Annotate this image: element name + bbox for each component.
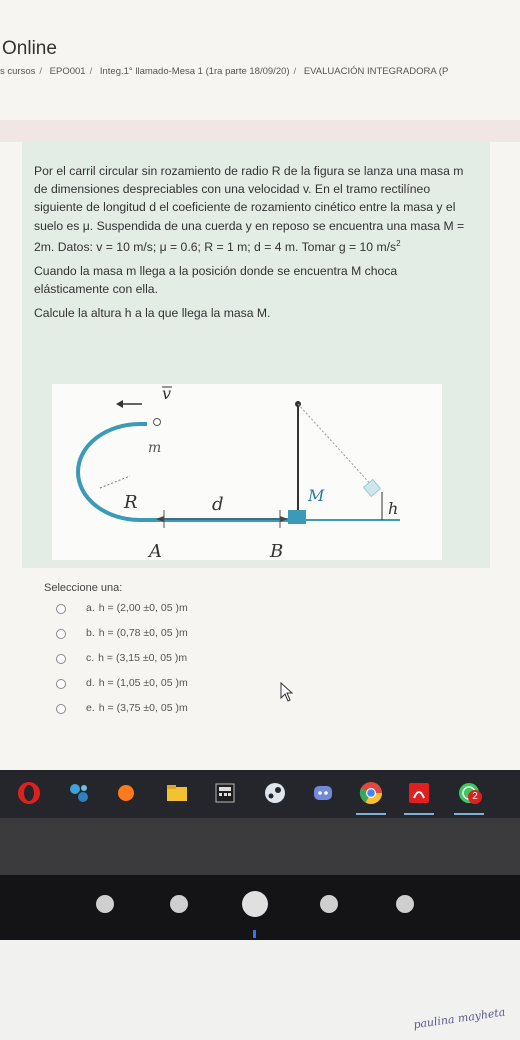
physics-figure: v m R d M h A B — [52, 384, 442, 560]
monitor-button-4[interactable] — [396, 895, 414, 913]
calculator-icon[interactable] — [212, 780, 238, 806]
monitor-button-3[interactable] — [320, 895, 338, 913]
velocity-arrowhead-icon — [116, 400, 123, 408]
exponent: 2 — [396, 238, 401, 248]
whatsapp-badge: 2 — [468, 790, 482, 804]
radius-line — [99, 475, 131, 489]
orange-circle-icon[interactable] — [113, 780, 139, 806]
answer-option-e[interactable]: e. h = (3,75 ±0, 05 )m — [44, 702, 344, 727]
answer-section: Seleccione una: a. h = (2,00 ±0, 05 )m b.… — [44, 582, 344, 727]
breadcrumb-item-course[interactable]: EPO001 — [50, 66, 86, 77]
acrobat-icon[interactable] — [406, 780, 432, 806]
question-text: Por el carril circular sin rozamiento de… — [34, 162, 474, 329]
option-label[interactable]: e. h = (3,75 ±0, 05 )m — [86, 702, 188, 714]
radio-button[interactable] — [56, 654, 66, 664]
power-led — [253, 930, 256, 938]
mouse-cursor-icon — [280, 681, 294, 707]
chrome-icon[interactable] — [358, 780, 384, 806]
steam-icon[interactable] — [262, 780, 288, 806]
radio-button[interactable] — [56, 629, 66, 639]
question-paragraph-3: Calcule la altura h a la que llega la ma… — [34, 306, 271, 321]
answer-option-d[interactable]: d. h = (1,05 ±0, 05 )m — [44, 677, 344, 702]
discord-icon[interactable] — [310, 780, 336, 806]
label-R: R — [123, 492, 138, 513]
select-prompt: Seleccione una: — [44, 582, 123, 594]
radio-button[interactable] — [56, 679, 66, 689]
active-indicator-acrobat — [404, 813, 434, 815]
label-A: A — [147, 541, 162, 560]
content-band — [0, 120, 520, 142]
answer-option-a[interactable]: a. h = (2,00 ±0, 05 )m — [44, 602, 344, 627]
monitor-button-strip — [0, 875, 520, 940]
site-title[interactable]: Online — [2, 38, 57, 60]
option-label[interactable]: d. h = (1,05 ±0, 05 )m — [86, 677, 188, 689]
windows-taskbar: 2 — [0, 770, 520, 818]
question-paragraph-1: Por el carril circular sin rozamiento de… — [34, 164, 465, 254]
mass-M-raised — [362, 478, 382, 498]
monitor-button-2[interactable] — [170, 895, 188, 913]
label-M: M — [307, 486, 325, 505]
radio-button[interactable] — [56, 704, 66, 714]
label-h: h — [388, 499, 398, 518]
figure-svg: v m R d M h A B — [76, 384, 400, 560]
answer-option-c[interactable]: c. h = (3,15 ±0, 05 )m — [44, 652, 344, 677]
active-indicator-whatsapp — [454, 813, 484, 815]
monitor-power-button[interactable] — [242, 891, 268, 917]
mass-m-marker — [153, 418, 161, 426]
breadcrumb-item-exam[interactable]: EVALUACIÓN INTEGRADORA (P — [304, 66, 448, 77]
breadcrumb: s cursos / EPO001/ Integ.1° llamado-Mesa … — [0, 66, 449, 77]
option-label[interactable]: a. h = (2,00 ±0, 05 )m — [86, 602, 188, 614]
file-explorer-icon[interactable] — [164, 780, 190, 806]
active-indicator-chrome — [356, 813, 386, 815]
answer-option-b[interactable]: b. h = (0,78 ±0, 05 )m — [44, 627, 344, 652]
label-m: m — [148, 440, 161, 456]
monitor-button-1[interactable] — [96, 895, 114, 913]
network-app-icon[interactable] — [66, 780, 92, 806]
option-label[interactable]: b. h = (0,78 ±0, 05 )m — [86, 627, 188, 639]
page-header: Online s cursos / EPO001/ Integ.1° llamad… — [0, 30, 520, 90]
question-paragraph-2: Cuando la masa m llega a la posición don… — [34, 264, 398, 297]
option-label[interactable]: c. h = (3,15 ±0, 05 )m — [86, 652, 187, 664]
label-d: d — [212, 494, 224, 515]
mass-M-block — [288, 510, 306, 524]
browser-screen: Online s cursos / EPO001/ Integ.1° llamad… — [0, 0, 520, 770]
breadcrumb-item-section[interactable]: Integ.1° llamado-Mesa 1 (1ra parte 18/09… — [100, 66, 290, 77]
pendulum-swing-line — [297, 403, 375, 489]
radio-button[interactable] — [56, 604, 66, 614]
breadcrumb-item-courses[interactable]: s cursos — [0, 66, 35, 77]
opera-icon[interactable] — [16, 780, 42, 806]
circular-track — [76, 422, 292, 522]
label-B: B — [269, 541, 283, 560]
